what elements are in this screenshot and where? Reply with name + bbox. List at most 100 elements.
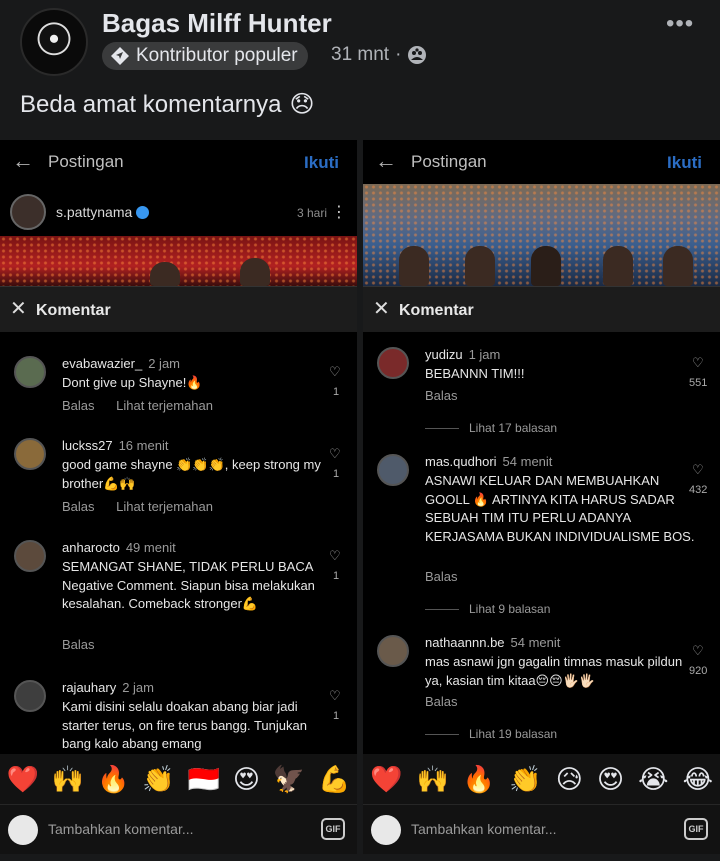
replies-line — [425, 427, 459, 429]
right-screenshot[interactable]: ← Postingan Ikuti ✕ Komentar yudizu 1 jam… — [363, 140, 720, 854]
view-replies-label: Lihat 9 balasan — [469, 602, 551, 616]
reaction-flag: 🇮🇩 — [187, 763, 220, 794]
reaction-fire: 🔥 — [462, 763, 496, 794]
heart-icon: ♡ — [692, 643, 704, 658]
reaction-raised-hands: 🙌 — [416, 763, 449, 794]
back-arrow-icon: ← — [12, 148, 34, 173]
heart-icon: ♡ — [692, 462, 704, 477]
audience-group-icon[interactable] — [407, 45, 427, 65]
photo-player — [150, 262, 180, 286]
like-count: 1 — [333, 468, 340, 480]
close-icon: ✕ — [10, 298, 27, 320]
badge-icon — [111, 47, 129, 65]
ig-username-text: s.pattynama — [56, 204, 133, 220]
comment-actions: Balas Lihat terjemahan — [62, 398, 231, 413]
like-count: 432 — [689, 484, 708, 496]
like-count: 551 — [689, 377, 708, 389]
comment-header: mas.qudhori 54 menit — [425, 454, 552, 469]
gif-icon: GIF — [321, 818, 345, 840]
heart-icon: ♡ — [329, 548, 341, 563]
reaction-raised-hands: 🙌 — [51, 763, 85, 794]
close-icon: ✕ — [373, 298, 390, 320]
right-post-photo — [363, 184, 720, 286]
comment-text: Kami disini selalu doakan abang biar jad… — [62, 699, 307, 751]
reaction-crying: 😭 — [638, 763, 669, 794]
ig-more-icon: ⋮ — [331, 204, 347, 221]
photo-player — [240, 258, 270, 286]
commenter-name: yudizu — [425, 347, 463, 362]
reaction-clap: 👏 — [509, 763, 542, 794]
comment-actions: Balas — [425, 388, 476, 403]
comment-actions: Balas — [62, 637, 113, 652]
commenter-name: rajauhary — [62, 680, 117, 695]
reply-link: Balas — [425, 694, 458, 709]
left-follow-button: Ikuti — [304, 153, 339, 172]
like-count: 1 — [333, 710, 340, 722]
right-add-comment: Tambahkan komentar... GIF — [363, 804, 720, 854]
commenter-avatar — [14, 438, 46, 470]
like-count: 920 — [689, 665, 708, 677]
like-count: 1 — [333, 570, 340, 582]
reaction-heart-eyes: 😍 — [596, 763, 625, 794]
reply-link: Balas — [425, 569, 458, 584]
comment-actions: Balas — [425, 694, 476, 709]
author-avatar[interactable] — [20, 8, 88, 76]
photo-player — [663, 246, 693, 286]
right-comments-bar: ✕ Komentar — [363, 286, 720, 332]
left-screenshot[interactable]: ← Postingan Ikuti s.pattynama 3 hari ⋮ ✕… — [0, 140, 357, 854]
comment-time: 1 jam — [468, 347, 501, 362]
comment-header: anharocto 49 menit — [62, 540, 176, 555]
comment-text: mas asnawi jgn gagalin timnas masuk pild… — [425, 654, 683, 688]
comment-text: Dont give up Shayne!🔥 — [62, 375, 203, 390]
view-replies: Lihat 9 balasan — [425, 602, 550, 616]
like-count: 1 — [333, 386, 340, 398]
left-post-photo — [0, 236, 357, 286]
more-options-icon[interactable]: ••• — [666, 10, 694, 38]
add-comment-placeholder: Tambahkan komentar... — [48, 821, 194, 837]
see-translation-link: Lihat terjemahan — [116, 398, 213, 413]
comment-time: 49 menit — [125, 540, 176, 555]
view-replies: Lihat 17 balasan — [425, 421, 557, 435]
photo-player — [465, 246, 495, 286]
comment-header: evabawazier_ 2 jam — [62, 356, 180, 371]
view-replies-label: Lihat 17 balasan — [469, 421, 558, 435]
comment-time: 54 menit — [502, 454, 553, 469]
right-comments-title: Komentar — [399, 302, 474, 319]
heart-icon: ♡ — [329, 446, 341, 461]
heart-icon: ♡ — [329, 364, 341, 379]
comment-header: luckss27 16 menit — [62, 438, 168, 453]
commenter-avatar — [377, 635, 409, 667]
ig-post-time: 3 hari — [296, 206, 327, 220]
right-topbar: ← Postingan Ikuti — [363, 140, 720, 184]
left-topbar: ← Postingan Ikuti — [0, 140, 357, 184]
badge-label: Kontributor populer — [136, 45, 298, 66]
right-quick-reactions: ❤️ 🙌 🔥 👏 😥 😍 😭 😂 — [363, 754, 720, 804]
ig-avatar — [10, 194, 46, 230]
heart-icon: ♡ — [692, 355, 704, 370]
disappointed-emoji: 😞 — [289, 91, 315, 118]
reaction-laughing: 😂 — [682, 763, 713, 794]
commenter-avatar — [377, 454, 409, 486]
reply-link: Balas — [425, 388, 458, 403]
contributor-badge[interactable]: Kontributor populer — [102, 42, 308, 70]
view-replies-label: Lihat 19 balasan — [469, 727, 558, 741]
post-caption: Beda amat komentarnya — [20, 90, 282, 118]
commenter-name: nathaannn.be — [425, 635, 505, 650]
comment-header: nathaannn.be 54 menit — [425, 635, 560, 650]
commenter-name: anharocto — [62, 540, 120, 555]
comment-text: SEMANGAT SHANE, TIDAK PERLU BACA Negativ… — [62, 559, 315, 611]
post-time[interactable]: 31 mnt — [331, 44, 389, 66]
left-add-comment: Tambahkan komentar... GIF — [0, 804, 357, 854]
post-text: Beda amat komentarnya 😞 — [20, 90, 315, 119]
left-comments-bar: ✕ Komentar — [0, 286, 357, 332]
commenter-name: evabawazier_ — [62, 356, 143, 371]
comment-text: good game shayne 👏👏👏, keep strong my bro… — [62, 457, 321, 491]
reaction-clap: 👏 — [142, 763, 175, 794]
photo-player — [531, 246, 561, 286]
comment-text: BEBANNN TIM!!! — [425, 366, 525, 381]
comment-time: 54 menit — [510, 635, 561, 650]
replies-line — [425, 733, 459, 735]
comment-time: 2 jam — [122, 680, 154, 695]
my-avatar — [8, 815, 38, 845]
author-name[interactable]: Bagas Milff Hunter — [102, 8, 332, 39]
